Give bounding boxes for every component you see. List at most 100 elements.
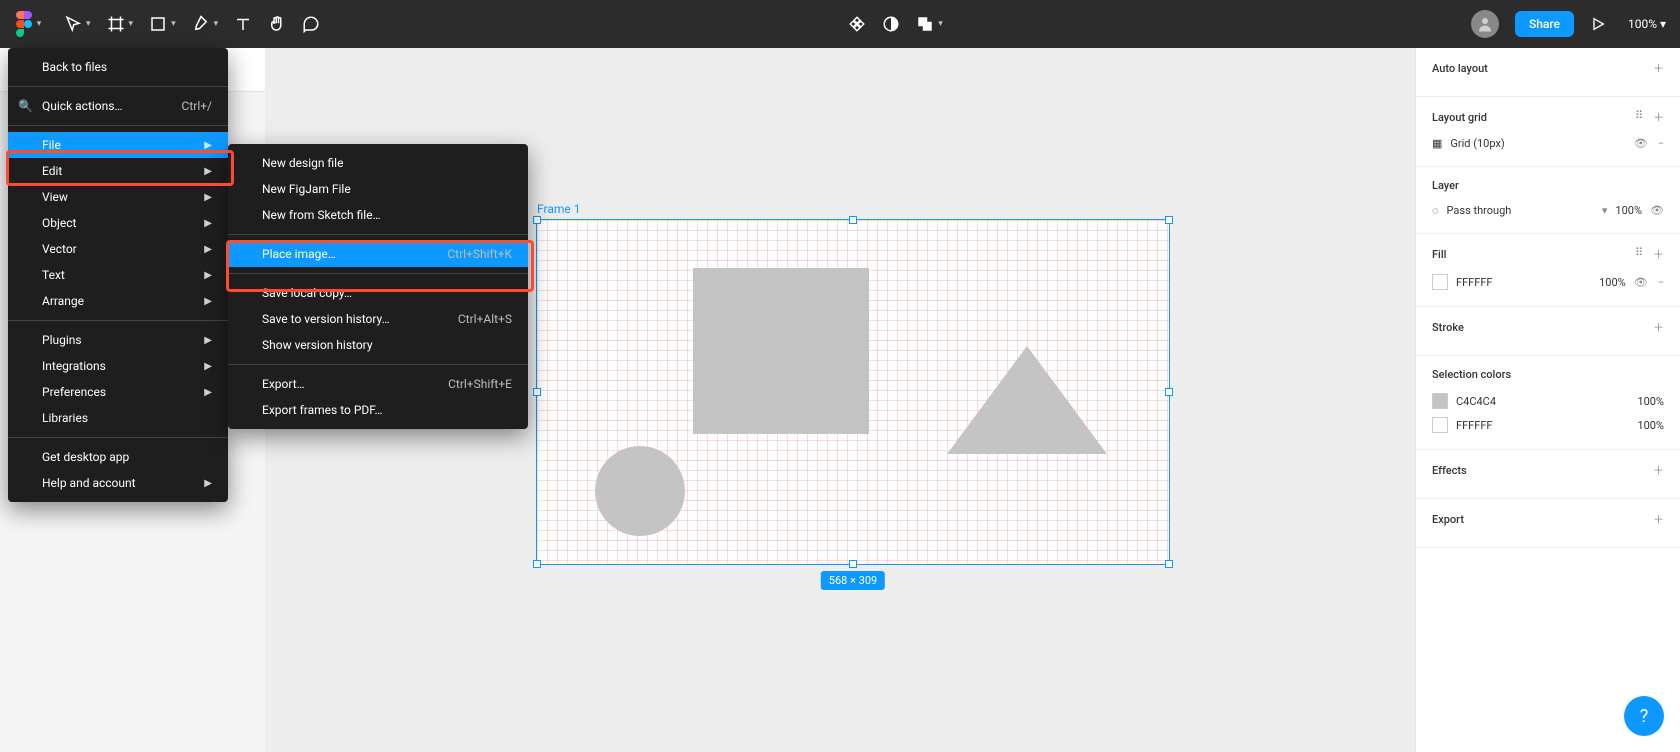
add-icon[interactable]: ＋ xyxy=(1653,60,1664,76)
frame-label[interactable]: Frame 1 xyxy=(537,202,580,216)
selection-handle[interactable] xyxy=(533,216,541,224)
menu-separator xyxy=(8,437,228,438)
remove-icon[interactable]: − xyxy=(1658,137,1664,150)
selection-handle[interactable] xyxy=(1165,216,1173,224)
avatar-icon xyxy=(1476,15,1494,33)
selection-color-opacity[interactable]: 100% xyxy=(1637,419,1664,432)
submenu-item-save-local-copy[interactable]: Save local copy… xyxy=(228,280,528,306)
frame[interactable] xyxy=(537,220,1169,564)
menu-item-quick-actions[interactable]: 🔍 Quick actions… Ctrl+/ xyxy=(8,93,228,119)
eye-icon[interactable]: 👁 xyxy=(1634,276,1648,289)
chevron-right-icon: ▶ xyxy=(204,335,212,346)
frame-tool-button[interactable]: ▾ xyxy=(99,0,142,48)
eye-icon[interactable]: 👁 xyxy=(1650,204,1664,217)
layer-opacity-input[interactable]: 100% xyxy=(1615,204,1642,217)
mask-tool-button[interactable] xyxy=(874,0,908,48)
selection-handle[interactable] xyxy=(533,388,541,396)
comment-tool-button[interactable] xyxy=(294,0,328,48)
zoom-value: 100% xyxy=(1628,17,1657,31)
grid-value[interactable]: Grid (10px) xyxy=(1450,137,1625,150)
blend-mode-icon[interactable]: ◌ xyxy=(1432,204,1439,217)
share-button[interactable]: Share xyxy=(1515,11,1574,37)
color-swatch[interactable] xyxy=(1432,393,1448,409)
menu-item-file[interactable]: File ▶ xyxy=(8,132,228,158)
chevron-right-icon: ▶ xyxy=(204,387,212,398)
menu-item-text[interactable]: Text ▶ xyxy=(8,262,228,288)
submenu-item-new-figjam-file[interactable]: New FigJam File xyxy=(228,176,528,202)
menu-item-preferences[interactable]: Preferences ▶ xyxy=(8,379,228,405)
menu-item-libraries[interactable]: Libraries xyxy=(8,405,228,431)
shape-tool-button[interactable]: ▾ xyxy=(141,0,184,48)
submenu-item-save-version-history[interactable]: Save to version history… Ctrl+Alt+S xyxy=(228,306,528,332)
menu-item-arrange[interactable]: Arrange ▶ xyxy=(8,288,228,314)
fill-style-icon[interactable]: ⠿ xyxy=(1635,246,1643,262)
selection-handle[interactable] xyxy=(1165,388,1173,396)
submenu-item-export-frames-pdf[interactable]: Export frames to PDF… xyxy=(228,397,528,423)
grid-style-icon[interactable]: ⠿ xyxy=(1635,109,1643,125)
move-tool-button[interactable]: ▾ xyxy=(56,0,99,48)
eye-icon[interactable]: 👁 xyxy=(1634,137,1648,150)
menu-item-plugins[interactable]: Plugins ▶ xyxy=(8,327,228,353)
component-icon xyxy=(848,15,866,33)
fill-opacity-input[interactable]: 100% xyxy=(1599,276,1626,289)
selection-handle[interactable] xyxy=(849,560,857,568)
add-icon[interactable]: ＋ xyxy=(1653,109,1664,125)
pen-icon xyxy=(192,15,210,33)
menu-item-object[interactable]: Object ▶ xyxy=(8,210,228,236)
selection-color-hex[interactable]: C4C4C4 xyxy=(1456,395,1629,408)
submenu-item-place-image[interactable]: Place image… Ctrl+Shift+K xyxy=(228,241,528,267)
selection-handle[interactable] xyxy=(533,560,541,568)
boolean-tool-button[interactable]: ▾ xyxy=(908,0,951,48)
selection-handle[interactable] xyxy=(1165,560,1173,568)
menu-item-help[interactable]: Help and account ▶ xyxy=(8,470,228,496)
selection-handle[interactable] xyxy=(849,216,857,224)
chevron-right-icon: ▶ xyxy=(204,192,212,203)
remove-icon[interactable]: − xyxy=(1658,276,1664,289)
menu-item-integrations[interactable]: Integrations ▶ xyxy=(8,353,228,379)
present-button[interactable] xyxy=(1582,0,1614,48)
main-menu-button[interactable]: ▾ xyxy=(0,0,56,48)
pen-tool-button[interactable]: ▾ xyxy=(184,0,227,48)
zoom-dropdown[interactable]: 100% ▾ xyxy=(1614,17,1680,31)
add-icon[interactable]: ＋ xyxy=(1653,511,1664,527)
blend-mode-select[interactable]: Pass through xyxy=(1447,204,1594,217)
add-icon[interactable]: ＋ xyxy=(1653,462,1664,478)
comment-icon xyxy=(302,15,320,33)
layout-grid-heading: Layout grid xyxy=(1432,111,1487,124)
submenu-item-new-from-sketch[interactable]: New from Sketch file… xyxy=(228,202,528,228)
rectangle-shape[interactable] xyxy=(693,268,869,434)
submenu-item-new-design-file[interactable]: New design file xyxy=(228,150,528,176)
fill-swatch[interactable] xyxy=(1432,274,1448,290)
submenu-item-show-version-history[interactable]: Show version history xyxy=(228,332,528,358)
menu-separator xyxy=(228,364,528,365)
submenu-item-export[interactable]: Export… Ctrl+Shift+E xyxy=(228,371,528,397)
menu-item-edit[interactable]: Edit ▶ xyxy=(8,158,228,184)
frame-icon xyxy=(107,15,125,33)
text-tool-button[interactable] xyxy=(226,0,260,48)
ellipse-shape[interactable] xyxy=(595,446,685,536)
chevron-right-icon: ▶ xyxy=(204,296,212,307)
menu-item-vector[interactable]: Vector ▶ xyxy=(8,236,228,262)
add-icon[interactable]: ＋ xyxy=(1653,319,1664,335)
text-icon xyxy=(234,15,252,33)
chevron-down-icon: ▾ xyxy=(171,19,176,29)
hand-tool-button[interactable] xyxy=(260,0,294,48)
component-tool-button[interactable] xyxy=(840,0,874,48)
selection-color-hex[interactable]: FFFFFF xyxy=(1456,419,1629,432)
fill-hex-input[interactable]: FFFFFF xyxy=(1456,276,1591,289)
chevron-down-icon[interactable]: ▾ xyxy=(1602,204,1608,217)
polygon-shape[interactable] xyxy=(947,346,1107,454)
menu-item-get-desktop-app[interactable]: Get desktop app xyxy=(8,444,228,470)
user-avatar[interactable] xyxy=(1471,10,1499,38)
color-swatch[interactable] xyxy=(1432,417,1448,433)
menu-item-back-to-files[interactable]: Back to files xyxy=(8,54,228,80)
fill-heading: Fill xyxy=(1432,248,1446,261)
menu-item-view[interactable]: View ▶ xyxy=(8,184,228,210)
chevron-down-icon: ▾ xyxy=(37,19,42,29)
help-button[interactable]: ? xyxy=(1624,696,1664,736)
play-icon xyxy=(1590,16,1606,32)
selection-color-opacity[interactable]: 100% xyxy=(1637,395,1664,408)
add-icon[interactable]: ＋ xyxy=(1653,246,1664,262)
grid-type-icon[interactable]: ▦ xyxy=(1432,137,1442,150)
dimensions-badge: 568 × 309 xyxy=(821,571,885,590)
